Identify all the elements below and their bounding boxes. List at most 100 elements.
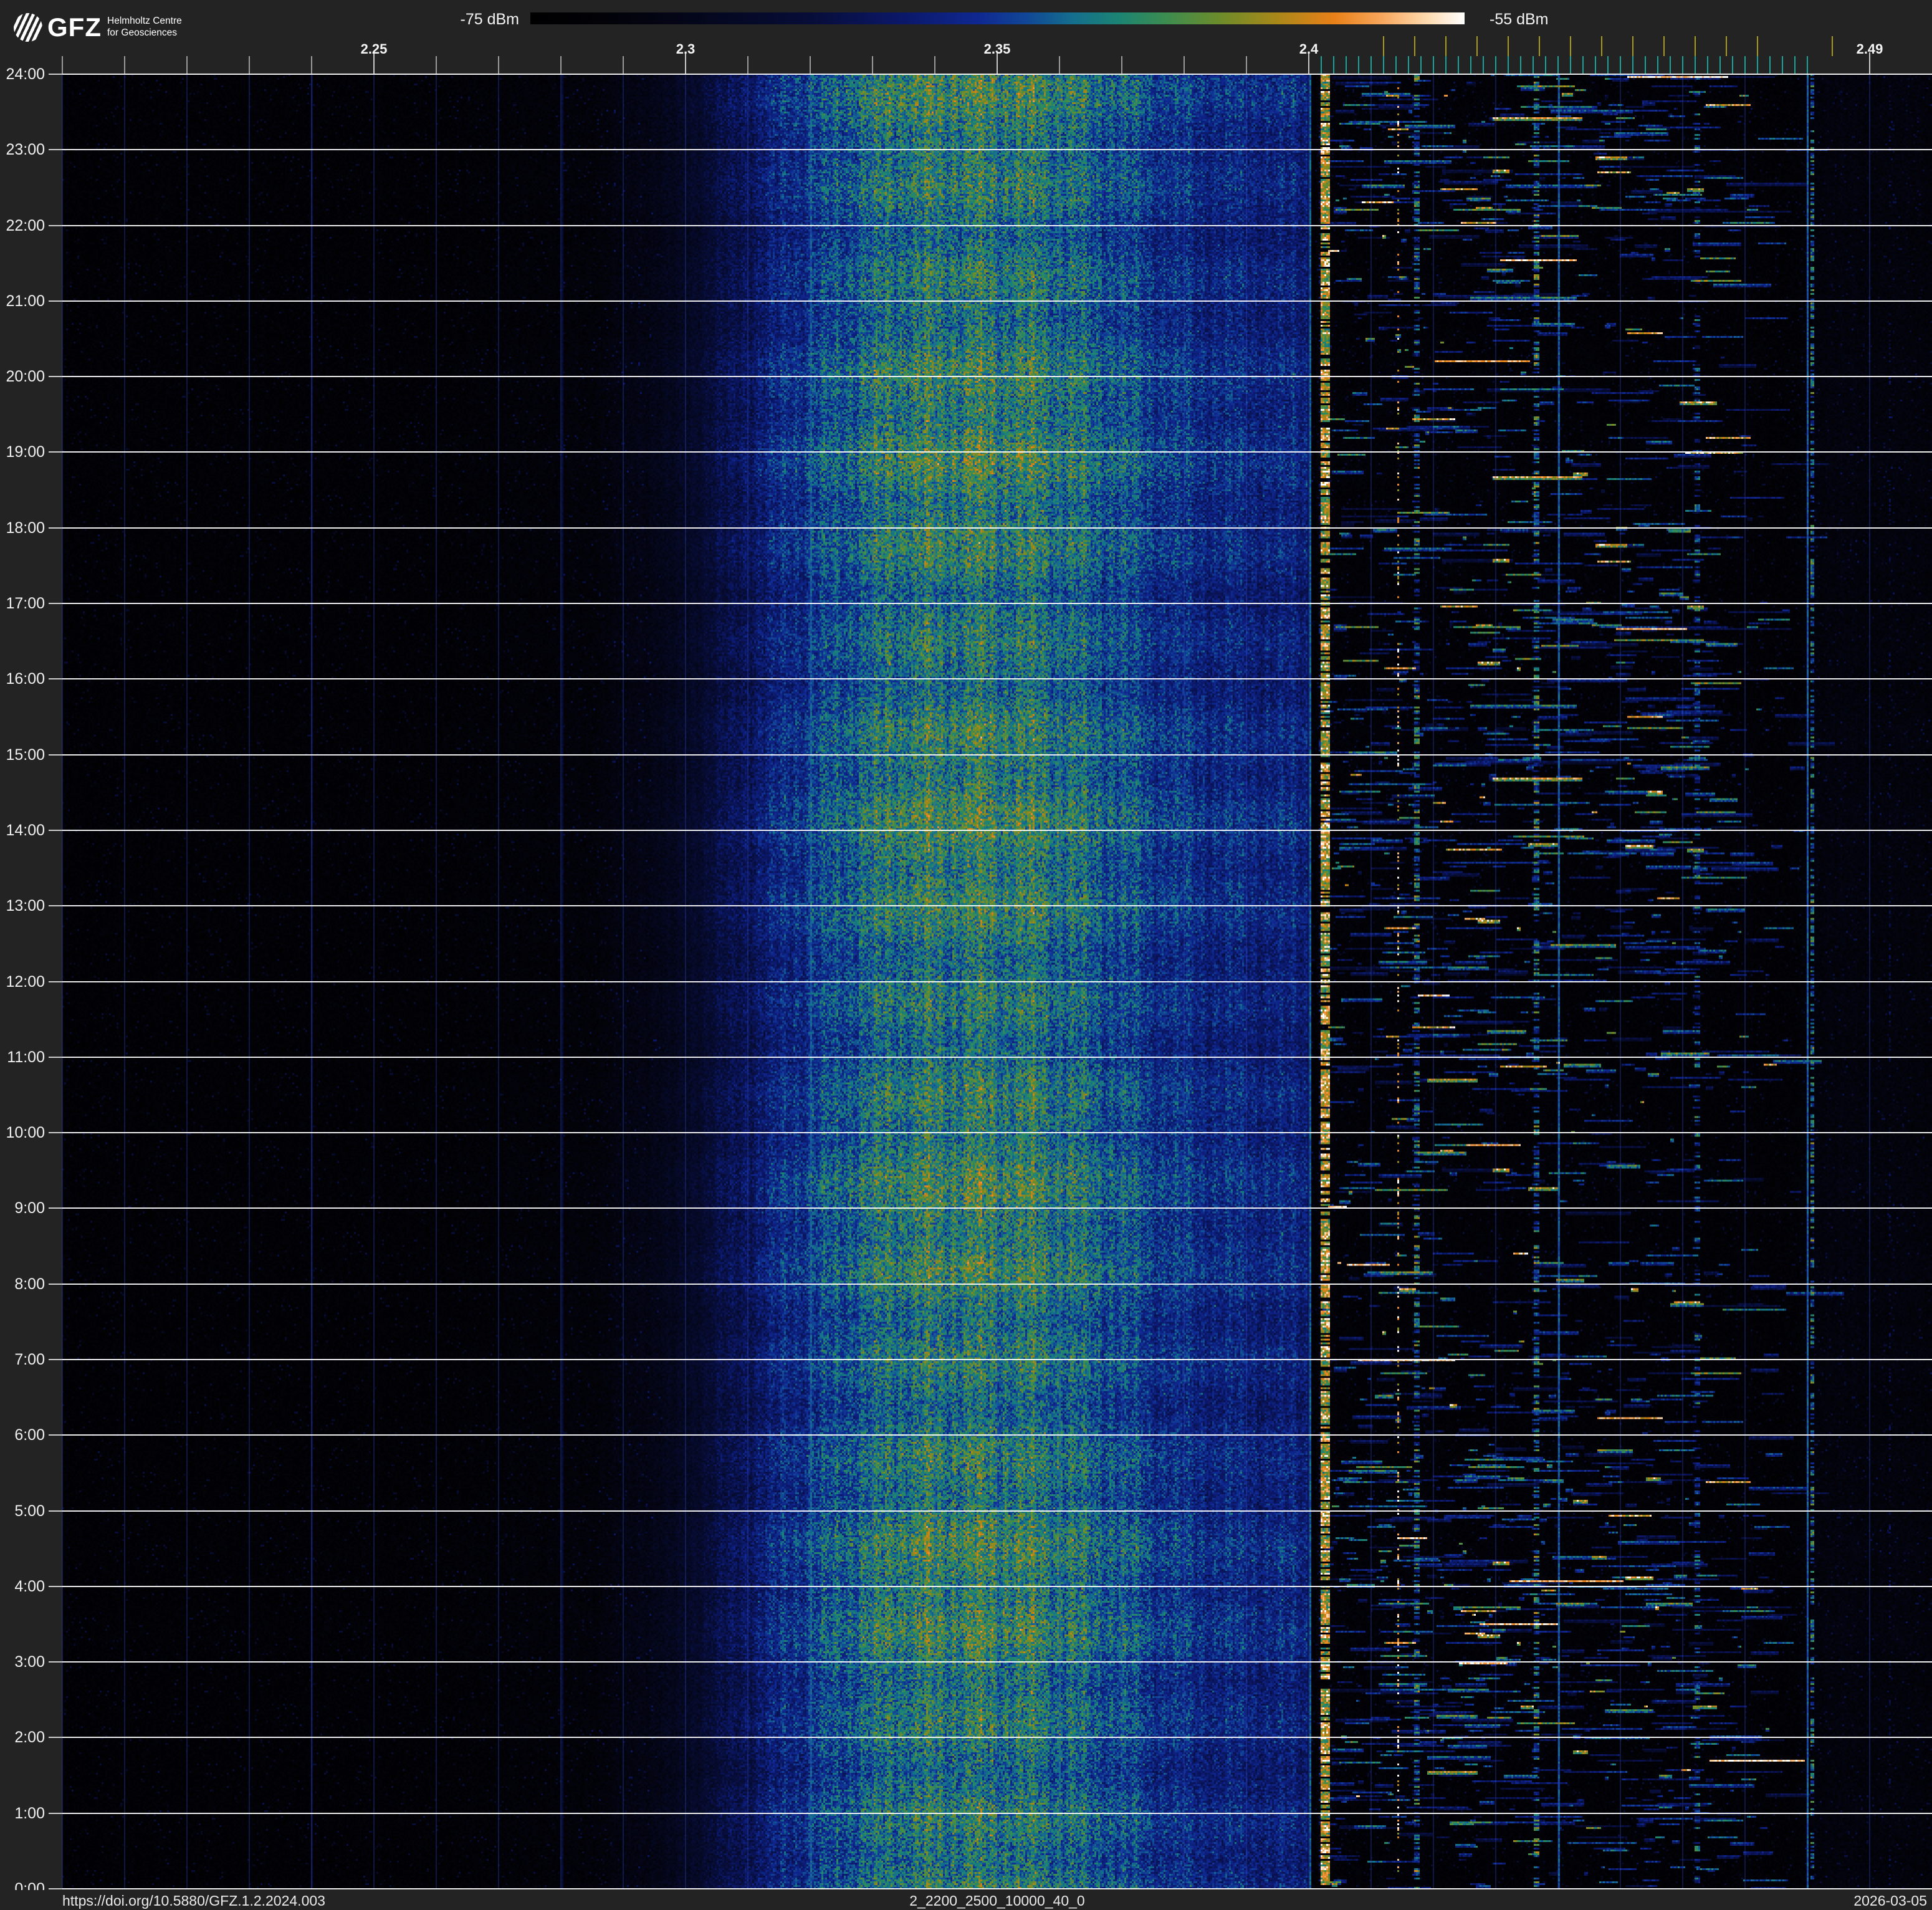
hour-label: 22:00 xyxy=(6,216,45,234)
hour-gridline xyxy=(62,376,1932,378)
hour-label: 16:00 xyxy=(6,670,45,688)
hour-label: 2:00 xyxy=(14,1729,45,1747)
freq-minor-tick xyxy=(1184,56,1185,74)
freq-minor-tick xyxy=(124,56,125,74)
hour-label: 11:00 xyxy=(7,1048,45,1066)
bluetooth-channel-tick xyxy=(1620,56,1621,74)
hour-gridline xyxy=(62,754,1932,756)
bluetooth-channel-tick xyxy=(1358,56,1359,74)
hour-tick xyxy=(49,1737,62,1739)
hour-tick xyxy=(49,1132,62,1134)
hour-label: 9:00 xyxy=(14,1199,45,1217)
bluetooth-channel-tick xyxy=(1321,56,1322,74)
hour-gridline xyxy=(62,603,1932,605)
bluetooth-channel-tick xyxy=(1732,56,1733,74)
bluetooth-channel-tick xyxy=(1508,56,1509,74)
hour-tick xyxy=(49,1888,62,1889)
freq-minor-tick xyxy=(311,56,312,74)
bluetooth-channel-tick xyxy=(1645,56,1646,74)
freq-minor-tick xyxy=(1059,56,1060,74)
wifi-channel-tick xyxy=(1832,36,1833,56)
spectrogram-page: GFZ Helmholtz Centre for Geosciences -75… xyxy=(0,0,1932,1910)
hour-gridline xyxy=(62,1207,1932,1209)
hour-label: 7:00 xyxy=(14,1350,45,1368)
hour-gridline xyxy=(62,1812,1932,1814)
freq-tick-label: 2.35 xyxy=(983,41,1011,57)
wifi-channel-tick xyxy=(1570,36,1571,56)
bluetooth-channel-tick xyxy=(1483,56,1484,74)
hour-tick xyxy=(49,1812,62,1814)
bluetooth-channel-tick xyxy=(1719,56,1721,74)
bluetooth-channel-tick xyxy=(1395,56,1397,74)
wifi-channel-tick xyxy=(1726,36,1727,56)
hour-gridline xyxy=(62,1585,1932,1587)
bluetooth-channel-tick xyxy=(1420,56,1422,74)
hour-gridline xyxy=(62,1056,1932,1058)
hour-tick xyxy=(49,1056,62,1058)
hour-gridline xyxy=(62,1283,1932,1285)
bluetooth-channel-tick xyxy=(1782,56,1783,74)
bluetooth-channel-tick xyxy=(1370,56,1372,74)
hour-label: 20:00 xyxy=(6,368,45,386)
hour-tick xyxy=(49,149,62,151)
hour-label: 5:00 xyxy=(14,1502,45,1520)
hour-label: 13:00 xyxy=(6,897,45,915)
hour-tick xyxy=(49,1661,62,1663)
hour-tick xyxy=(49,754,62,756)
freq-minor-tick xyxy=(436,56,437,74)
hour-tick xyxy=(49,829,62,831)
hour-gridline xyxy=(62,149,1932,151)
freq-minor-tick xyxy=(249,56,250,74)
freq-minor-tick xyxy=(623,56,624,74)
wifi-channel-tick xyxy=(1632,36,1633,56)
hour-gridline xyxy=(62,224,1932,226)
freq-minor-tick xyxy=(1121,56,1122,74)
bluetooth-channel-tick xyxy=(1794,56,1796,74)
hour-label: 12:00 xyxy=(6,972,45,991)
freq-tick-label: 2.49 xyxy=(1856,41,1883,57)
colorbar-max-label: -55 dBm xyxy=(1490,11,1549,28)
freq-minor-tick xyxy=(1246,56,1247,74)
bluetooth-channel-tick xyxy=(1433,56,1434,74)
hour-gridline xyxy=(62,1132,1932,1134)
hour-tick xyxy=(49,1434,62,1436)
hour-label: 17:00 xyxy=(6,595,45,613)
bluetooth-channel-tick xyxy=(1757,56,1758,74)
colorbar-gradient xyxy=(530,12,1465,24)
wifi-channel-tick xyxy=(1539,36,1540,56)
hour-label: 10:00 xyxy=(6,1124,45,1142)
bluetooth-channel-tick xyxy=(1744,56,1746,74)
bluetooth-channel-tick xyxy=(1333,56,1334,74)
hour-gridline xyxy=(62,1888,1932,1889)
hour-gridline xyxy=(62,981,1932,982)
hour-tick xyxy=(49,376,62,378)
hour-label: 4:00 xyxy=(14,1577,45,1595)
hour-label: 1:00 xyxy=(14,1804,45,1822)
freq-tick-label: 2.4 xyxy=(1299,41,1319,57)
freq-tick-label: 2.25 xyxy=(360,41,388,57)
hour-gridline xyxy=(62,905,1932,907)
freq-minor-tick xyxy=(498,56,499,74)
hour-tick xyxy=(49,1207,62,1209)
hour-gridline xyxy=(62,1510,1932,1512)
wifi-channel-tick xyxy=(1445,36,1447,56)
bluetooth-channel-tick xyxy=(1807,56,1808,74)
hour-tick xyxy=(49,74,62,75)
wifi-channel-tick xyxy=(1757,36,1758,56)
bluetooth-channel-tick xyxy=(1670,56,1671,74)
hour-label: 19:00 xyxy=(6,443,45,461)
bluetooth-channel-tick xyxy=(1545,56,1546,74)
bluetooth-channel-tick xyxy=(1607,56,1609,74)
hour-gridline xyxy=(62,1737,1932,1739)
bluetooth-channel-tick xyxy=(1595,56,1596,74)
bluetooth-channel-tick xyxy=(1570,56,1571,74)
hour-tick xyxy=(49,527,62,529)
hour-tick xyxy=(49,1585,62,1587)
wifi-channel-tick xyxy=(1695,36,1696,56)
hour-tick xyxy=(49,300,62,302)
bluetooth-channel-tick xyxy=(1445,56,1447,74)
wifi-channel-tick xyxy=(1663,36,1665,56)
hour-label: 3:00 xyxy=(14,1653,45,1671)
freq-minor-tick xyxy=(186,56,188,74)
hour-label: 6:00 xyxy=(14,1426,45,1444)
